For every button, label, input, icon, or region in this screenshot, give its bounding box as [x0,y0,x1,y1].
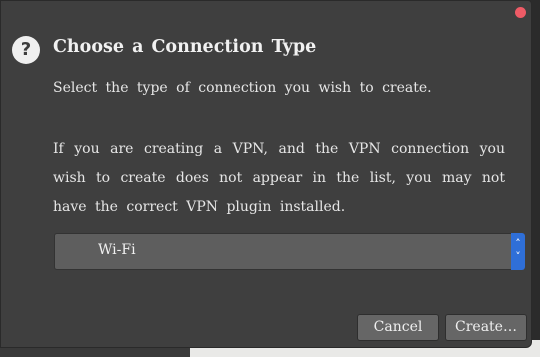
question-icon: ? [12,36,40,64]
chevron-down-icon: ˅ [515,250,521,263]
close-icon[interactable] [515,7,526,18]
chevron-up-icon: ˄ [515,237,521,250]
chevron-up-down-icon[interactable]: ˄ ˅ [511,233,525,270]
vpn-note-text: If you are creating a VPN, and the VPN c… [53,141,505,215]
connection-type-value: Wi-Fi [98,242,136,258]
dialog-titlebar [1,1,531,25]
cancel-button[interactable]: Cancel [357,314,439,341]
connection-type-select[interactable]: Wi-Fi ˄ ˅ [54,233,525,270]
intro-text: Select the type of connection you wish t… [53,80,432,96]
connection-type-dialog: ? Choose a Connection Type Select the ty… [0,0,532,348]
create-button[interactable]: Create… [445,314,527,341]
dialog-title: Choose a Connection Type [53,37,317,57]
